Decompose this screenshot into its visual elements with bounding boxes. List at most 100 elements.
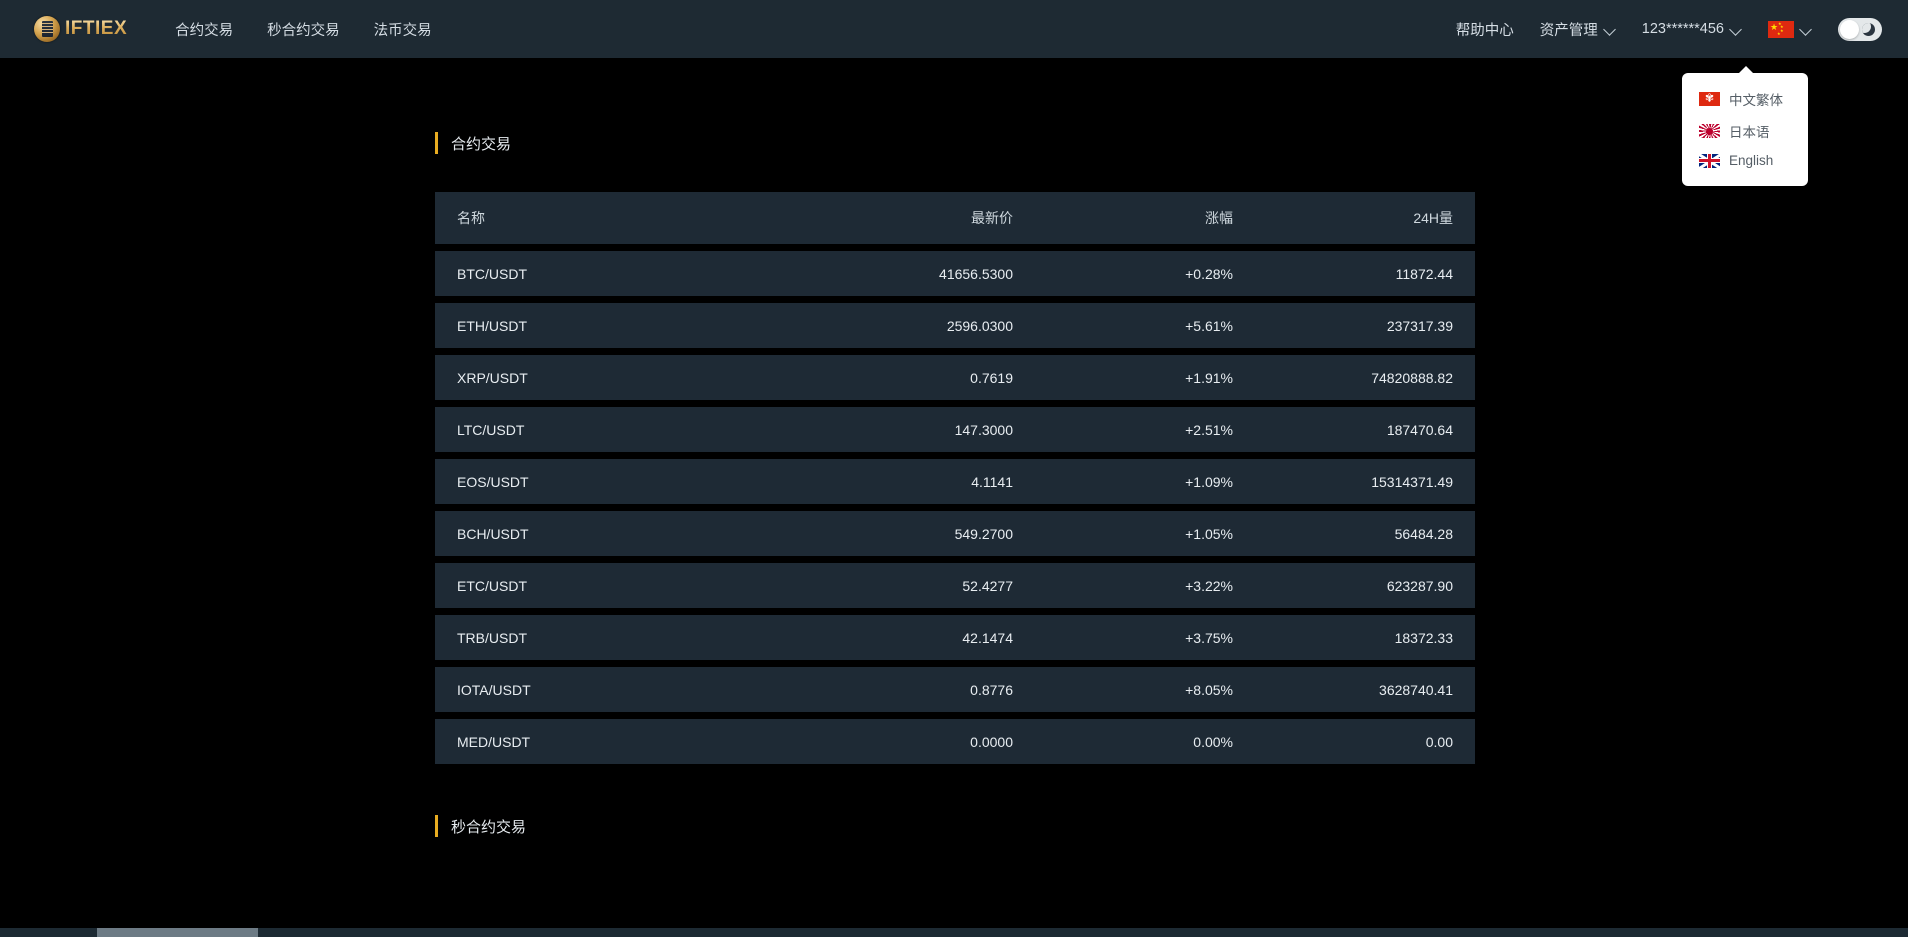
language-option-label: English xyxy=(1729,153,1773,168)
cell-price: 2596.0300 xyxy=(765,303,1035,348)
cell-pair: EOS/USDT xyxy=(435,459,765,504)
cell-price: 0.8776 xyxy=(765,667,1035,712)
cell-change: +3.22% xyxy=(1035,563,1255,608)
cell-price: 549.2700 xyxy=(765,511,1035,556)
table-row[interactable]: XRP/USDT 0.7619 +1.91% 74820888.82 xyxy=(435,355,1475,400)
cell-price: 4.1141 xyxy=(765,459,1035,504)
cell-price: 41656.5300 xyxy=(765,251,1035,296)
cell-price: 147.3000 xyxy=(765,407,1035,452)
chevron-down-icon xyxy=(1605,24,1616,35)
cell-volume: 0.00 xyxy=(1255,719,1475,764)
cell-change: +2.51% xyxy=(1035,407,1255,452)
top-header: IFTIEX 合约交易 秒合约交易 法币交易 帮助中心 资产管理 123****… xyxy=(0,0,1908,58)
column-header-change[interactable]: 涨幅 xyxy=(1035,192,1255,244)
language-option-japanese[interactable]: 日本语 xyxy=(1682,115,1808,147)
scrollbar-thumb[interactable] xyxy=(97,928,258,937)
cell-volume: 11872.44 xyxy=(1255,251,1475,296)
cell-change: +8.05% xyxy=(1035,667,1255,712)
cell-price: 0.0000 xyxy=(765,719,1035,764)
language-option-english[interactable]: English xyxy=(1682,147,1808,174)
section-title-label: 合约交易 xyxy=(451,133,511,154)
table-row[interactable]: LTC/USDT 147.3000 +2.51% 187470.64 xyxy=(435,407,1475,452)
asset-management-label: 资产管理 xyxy=(1540,19,1598,40)
cell-pair: BTC/USDT xyxy=(435,251,765,296)
brand-name: IFTIEX xyxy=(65,18,127,40)
cell-pair: MED/USDT xyxy=(435,719,765,764)
cell-change: +0.28% xyxy=(1035,251,1255,296)
account-label: 123******456 xyxy=(1642,21,1724,37)
account-menu[interactable]: 123******456 xyxy=(1642,21,1742,37)
table-row[interactable]: IOTA/USDT 0.8776 +8.05% 3628740.41 xyxy=(435,667,1475,712)
help-center-link[interactable]: 帮助中心 xyxy=(1456,19,1514,40)
main-content: 合约交易 名称 最新价 涨幅 24H量 BTC/USDT 41656.5300 … xyxy=(0,58,1908,937)
main-nav: 合约交易 秒合约交易 法币交易 xyxy=(175,19,432,40)
cell-pair: ETC/USDT xyxy=(435,563,765,608)
logo-brand[interactable]: IFTIEX xyxy=(34,16,127,42)
cell-pair: LTC/USDT xyxy=(435,407,765,452)
cell-volume: 56484.28 xyxy=(1255,511,1475,556)
nav-item-fiat-trading[interactable]: 法币交易 xyxy=(374,19,432,40)
cell-change: +1.09% xyxy=(1035,459,1255,504)
cell-change: +3.75% xyxy=(1035,615,1255,660)
flag-china-icon: ★ ★ ★ ★ ★ xyxy=(1768,21,1794,38)
title-accent-bar xyxy=(435,132,438,154)
next-section-title-label: 秒合约交易 xyxy=(451,816,526,837)
flag-uk-icon xyxy=(1699,154,1720,168)
moon-icon xyxy=(1862,23,1875,36)
logo-icon xyxy=(34,16,60,42)
flag-japan-icon xyxy=(1699,124,1720,138)
title-accent-bar xyxy=(435,815,438,837)
chevron-down-icon xyxy=(1801,24,1812,35)
table-row[interactable]: BCH/USDT 549.2700 +1.05% 56484.28 xyxy=(435,511,1475,556)
cell-pair: ETH/USDT xyxy=(435,303,765,348)
table-row[interactable]: EOS/USDT 4.1141 +1.09% 15314371.49 xyxy=(435,459,1475,504)
theme-toggle-switch[interactable] xyxy=(1838,18,1882,41)
column-header-price[interactable]: 最新价 xyxy=(765,192,1035,244)
table-row[interactable]: ETC/USDT 52.4277 +3.22% 623287.90 xyxy=(435,563,1475,608)
cell-pair: BCH/USDT xyxy=(435,511,765,556)
cell-change: +1.05% xyxy=(1035,511,1255,556)
cell-volume: 74820888.82 xyxy=(1255,355,1475,400)
column-header-volume[interactable]: 24H量 xyxy=(1255,192,1475,244)
language-option-label: 中文繁体 xyxy=(1729,89,1783,109)
cell-volume: 623287.90 xyxy=(1255,563,1475,608)
table-header-row: 名称 最新价 涨幅 24H量 xyxy=(435,192,1475,244)
language-selector[interactable]: ★ ★ ★ ★ ★ xyxy=(1768,21,1812,38)
language-dropdown-menu: 中文繁体 日本语 English xyxy=(1682,73,1808,186)
cell-change: 0.00% xyxy=(1035,719,1255,764)
cell-change: +5.61% xyxy=(1035,303,1255,348)
cell-volume: 237317.39 xyxy=(1255,303,1475,348)
cell-volume: 3628740.41 xyxy=(1255,667,1475,712)
cell-price: 0.7619 xyxy=(765,355,1035,400)
header-right-group: 帮助中心 资产管理 123******456 ★ ★ ★ ★ ★ xyxy=(1456,18,1882,41)
table-row[interactable]: TRB/USDT 42.1474 +3.75% 18372.33 xyxy=(435,615,1475,660)
market-table: 名称 最新价 涨幅 24H量 BTC/USDT 41656.5300 +0.28… xyxy=(435,185,1475,771)
cell-pair: TRB/USDT xyxy=(435,615,765,660)
table-row[interactable]: ETH/USDT 2596.0300 +5.61% 237317.39 xyxy=(435,303,1475,348)
horizontal-scrollbar[interactable] xyxy=(0,928,1908,937)
toggle-knob xyxy=(1840,20,1859,39)
chevron-down-icon xyxy=(1731,24,1742,35)
table-row[interactable]: MED/USDT 0.0000 0.00% 0.00 xyxy=(435,719,1475,764)
cell-pair: XRP/USDT xyxy=(435,355,765,400)
table-row[interactable]: BTC/USDT 41656.5300 +0.28% 11872.44 xyxy=(435,251,1475,296)
cell-change: +1.91% xyxy=(1035,355,1255,400)
nav-item-second-contract-trading[interactable]: 秒合约交易 xyxy=(267,19,340,40)
section-title-contract-trading: 合约交易 xyxy=(435,132,1475,154)
cell-pair: IOTA/USDT xyxy=(435,667,765,712)
language-option-traditional-chinese[interactable]: 中文繁体 xyxy=(1682,83,1808,115)
market-table-head: 名称 最新价 涨幅 24H量 xyxy=(435,192,1475,244)
section-title-second-contract-trading: 秒合约交易 xyxy=(435,815,1475,837)
language-option-label: 日本语 xyxy=(1729,121,1770,141)
market-table-body: BTC/USDT 41656.5300 +0.28% 11872.44 ETH/… xyxy=(435,251,1475,764)
flag-hongkong-icon xyxy=(1699,92,1720,106)
cell-price: 52.4277 xyxy=(765,563,1035,608)
content-column: 合约交易 名称 最新价 涨幅 24H量 BTC/USDT 41656.5300 … xyxy=(435,58,1475,837)
asset-management-menu[interactable]: 资产管理 xyxy=(1540,19,1616,40)
column-header-name[interactable]: 名称 xyxy=(435,192,765,244)
help-center-label: 帮助中心 xyxy=(1456,19,1514,40)
cell-volume: 15314371.49 xyxy=(1255,459,1475,504)
cell-volume: 187470.64 xyxy=(1255,407,1475,452)
nav-item-contract-trading[interactable]: 合约交易 xyxy=(175,19,233,40)
cell-volume: 18372.33 xyxy=(1255,615,1475,660)
